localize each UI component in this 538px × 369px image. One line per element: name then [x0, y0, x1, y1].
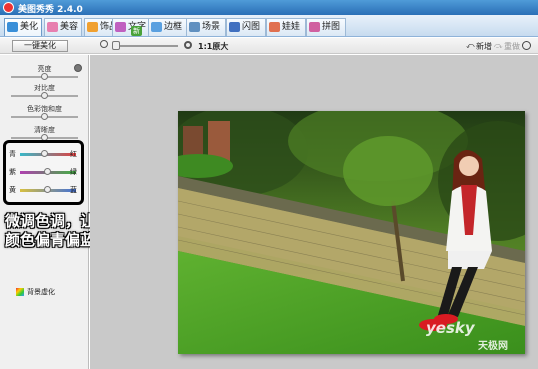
one-click-beautify-button[interactable]: 一键美化 [12, 40, 68, 52]
yellow-label: 黄 [9, 186, 16, 194]
edited-photo: yesky 天极网 [178, 111, 525, 354]
yellow-blue-handle[interactable] [44, 186, 51, 193]
tab-frame[interactable]: 边框 [148, 18, 188, 36]
photo-scene [178, 111, 525, 354]
tab-collage[interactable]: 拼图 [306, 18, 346, 36]
tab-beauty[interactable]: 美容 [44, 18, 82, 36]
tab-label: 美化 [20, 22, 39, 32]
background-blur-button[interactable]: 背景虚化 [27, 287, 55, 297]
green-label: 绿 [70, 168, 77, 176]
tab-flash[interactable]: 闪图 [226, 18, 266, 36]
cyan-label: 青 [9, 150, 16, 158]
blue-label: 蓝 [70, 186, 77, 194]
saturation-handle[interactable] [40, 113, 48, 120]
zoom-slider-track[interactable] [112, 45, 178, 47]
image-canvas[interactable]: yesky 天极网 [90, 55, 538, 369]
toolbar: 一键美化 1:1原大 ⤺ 新增 ⤼ 重做 [0, 38, 538, 54]
contrast-handle[interactable] [40, 92, 48, 99]
watermark-cn: 天极网 [478, 341, 508, 352]
tab-icon [115, 22, 126, 32]
tab-icon [87, 22, 98, 32]
redo-button[interactable]: 重做 [504, 41, 520, 52]
red-label: 红 [70, 150, 77, 158]
tab-icon [7, 22, 18, 32]
redo-icon[interactable]: ⤼ [494, 41, 503, 51]
tab-icon [309, 22, 320, 32]
zoom-slider-handle[interactable] [112, 41, 120, 50]
tab-label: 拼图 [322, 22, 341, 32]
window-title: 美图秀秀 2.4.0 [18, 5, 83, 15]
tab-label: 闪图 [242, 22, 261, 32]
watermark-brand: yesky [426, 319, 475, 337]
actual-size-button[interactable]: 1:1原大 [198, 41, 228, 52]
tab-label: 边框 [164, 22, 183, 32]
tab-icon [229, 22, 240, 32]
zoom-in-icon[interactable] [184, 41, 192, 49]
tab-scene[interactable]: 场景 [186, 18, 226, 36]
brightness-handle[interactable] [40, 73, 48, 80]
tab-beautify[interactable]: 美化 [4, 18, 42, 36]
reset-icon[interactable] [74, 64, 82, 72]
tab-label: 美容 [60, 22, 79, 32]
tab-icon [189, 22, 200, 32]
new-button[interactable]: 新增 [476, 41, 492, 52]
magenta-label: 紫 [9, 168, 16, 176]
blur-effect-icon [16, 288, 24, 296]
tab-doll[interactable]: 娃娃 [266, 18, 306, 36]
main-tabs: 美化 美容 饰品 文字 新 边框 场景 闪图 娃娃 拼图 [0, 15, 538, 37]
zoom-out-icon[interactable] [100, 40, 108, 48]
tab-label: 娃娃 [282, 22, 301, 32]
tab-label: 场景 [202, 22, 221, 32]
color-balance-highlight: 青 红 紫 绿 黄 蓝 [3, 140, 84, 205]
tab-icon [269, 22, 280, 32]
app-logo-icon [3, 2, 14, 13]
new-badge: 新 [131, 26, 142, 36]
tab-icon [151, 22, 162, 32]
undo-icon[interactable] [522, 41, 531, 50]
magenta-green-handle[interactable] [44, 168, 51, 175]
new-icon[interactable]: ⤺ [466, 41, 475, 51]
tab-icon [47, 22, 58, 32]
title-bar: 美图秀秀 2.4.0 [0, 0, 538, 15]
